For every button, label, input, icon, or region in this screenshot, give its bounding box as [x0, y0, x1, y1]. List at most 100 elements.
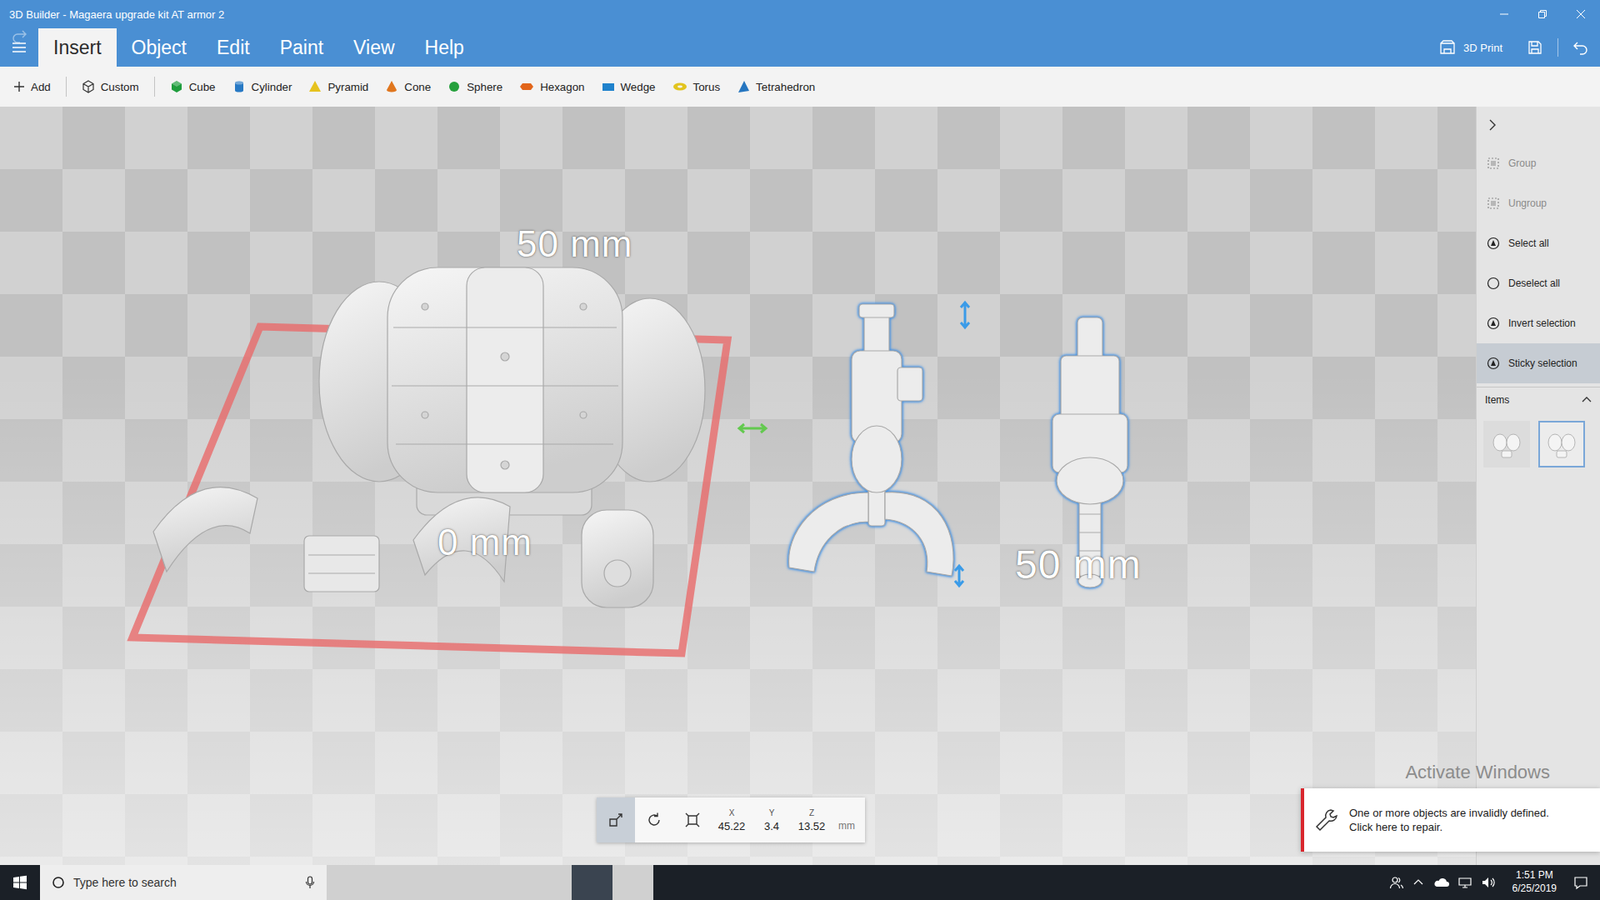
toolbar-item[interactable]: Cylinder [224, 72, 301, 101]
taskbar-app[interactable] [449, 865, 490, 900]
start-button[interactable] [0, 865, 40, 900]
coordinate-field[interactable]: Y 3.4 [751, 797, 792, 843]
armor-model[interactable] [125, 256, 742, 665]
transform-tool[interactable] [673, 797, 712, 843]
transform-tool[interactable] [635, 797, 674, 843]
toolbar-item[interactable]: Torus [664, 72, 730, 101]
toolbar-item[interactable]: Hexagon [510, 72, 593, 101]
undo-button[interactable] [1561, 28, 1600, 67]
panel-action[interactable]: Sticky selection [1476, 343, 1600, 384]
toolbar-item-label: Cone [404, 80, 431, 94]
toolbar-item[interactable]: Tetrahedron [728, 72, 824, 101]
ribbon-tab[interactable]: Edit [201, 28, 265, 67]
panel-action-label: Invert selection [1508, 317, 1576, 330]
tetrahedron-icon [736, 80, 750, 94]
coordinate-field[interactable]: X45.22 [711, 797, 752, 843]
pyramid-icon [308, 80, 322, 94]
save-icon [1527, 40, 1543, 55]
taskbar-app[interactable] [571, 865, 613, 900]
3d-print-label: 3D Print [1463, 41, 1503, 55]
move-z-handle-icon[interactable] [952, 563, 966, 589]
system-tray: 1:51 PM6/25/2019 [1389, 865, 1600, 900]
items-title: Items [1485, 394, 1510, 406]
onedrive-icon[interactable] [1432, 876, 1450, 889]
clock[interactable]: 1:51 PM6/25/2019 [1504, 869, 1565, 895]
taskbar-search[interactable]: Type here to search [40, 865, 327, 900]
panel-action[interactable]: Invert selection [1476, 303, 1600, 344]
items-list [1476, 412, 1600, 476]
collapse-panel-button[interactable] [1476, 106, 1600, 144]
move-icon [607, 811, 625, 829]
toolbar-item[interactable]: Custom [73, 72, 148, 101]
claw-model[interactable] [780, 300, 973, 585]
redo-icon [10, 28, 28, 44]
show-hidden-icons-icon[interactable] [1412, 876, 1425, 889]
panel-action[interactable]: Group [1476, 143, 1600, 184]
toolbar-item[interactable]: Cube [161, 72, 225, 101]
search-placeholder: Type here to search [73, 875, 297, 890]
ribbon-tab[interactable]: Object [116, 28, 202, 67]
move-y-handle-icon[interactable] [958, 300, 972, 330]
notification-action[interactable]: Click here to repair. [1349, 820, 1550, 834]
axis-label: Z [809, 808, 815, 818]
toolbar-item-label: Torus [693, 80, 721, 94]
panel-action[interactable]: Ungroup [1476, 183, 1600, 224]
torus-icon [672, 80, 688, 94]
microphone-icon[interactable] [305, 875, 315, 890]
undo-icon [1572, 40, 1590, 55]
coordinate-field[interactable]: Z13.52 [791, 797, 832, 843]
taskbar-app[interactable] [490, 865, 531, 900]
taskbar: Type here to search 1:51 PM6/25/2019 [0, 865, 1600, 900]
insert-toolbar: Add Custom CubeCylinder Pyramid Cone SphereHe… [0, 66, 1600, 107]
toolbar-item[interactable]: Add [5, 72, 60, 101]
transform-tool[interactable] [596, 797, 635, 843]
repair-notification[interactable]: One or more objects are invalidly define… [1300, 788, 1600, 852]
taskbar-app[interactable] [367, 865, 409, 900]
item-thumbnail[interactable] [1483, 420, 1530, 468]
toolbar-item[interactable]: Pyramid [300, 72, 377, 101]
taskbar-app[interactable] [408, 865, 450, 900]
ribbon-tab[interactable]: Paint [265, 28, 339, 67]
clock-date: 6/25/2019 [1512, 882, 1557, 896]
minimize-button[interactable] [1485, 0, 1524, 29]
window-controls [1485, 0, 1600, 29]
ribbon-tab[interactable]: Insert [38, 28, 117, 67]
ribbon-tab[interactable]: View [338, 28, 410, 67]
dimension-label: 50 mm [516, 223, 633, 265]
toolbar-item[interactable]: Wedge [593, 72, 665, 101]
taskbar-app[interactable] [612, 865, 654, 900]
move-x-handle-icon[interactable] [736, 420, 769, 437]
toolbar-item-label: Pyramid [327, 80, 369, 94]
axis-label: Y [769, 808, 775, 818]
close-button[interactable] [1561, 0, 1600, 29]
taskbar-app[interactable] [530, 865, 572, 900]
model-thumbnail-icon [1488, 427, 1525, 461]
panel-action[interactable]: Select all [1476, 223, 1600, 264]
volume-icon[interactable] [1480, 875, 1496, 890]
people-icon[interactable] [1389, 875, 1405, 890]
toolbar-separator [154, 76, 155, 97]
toolbar-item[interactable]: Sphere [439, 72, 511, 101]
plus-icon [13, 80, 25, 93]
3d-viewport[interactable]: 50 mm0 mm50 mmX45.22Y3.4Z13.52mm [0, 106, 1476, 865]
cube-icon [170, 80, 184, 94]
items-header[interactable]: Items [1476, 386, 1600, 413]
ribbon-tab[interactable]: Help [410, 28, 480, 67]
network-icon[interactable] [1457, 875, 1473, 890]
sphere-icon [447, 80, 461, 94]
axis-value: 45.22 [718, 820, 746, 833]
notification-center-icon[interactable] [1573, 875, 1589, 890]
panel-action[interactable]: Deselect all [1476, 263, 1600, 304]
save-button[interactable] [1515, 28, 1555, 67]
close-icon [1575, 9, 1586, 20]
redo-button[interactable] [0, 28, 39, 44]
axis-value: 3.4 [764, 820, 780, 833]
panel-action-label: Ungroup [1508, 197, 1547, 210]
toolbar-item[interactable]: Cone [376, 72, 440, 101]
restore-button[interactable] [1523, 0, 1562, 29]
dimension-label: 0 mm [437, 521, 533, 564]
item-thumbnail[interactable] [1538, 420, 1585, 468]
deselect-icon [1486, 276, 1500, 290]
taskbar-app[interactable] [326, 865, 368, 900]
3d-print-button[interactable]: 3D Print [1425, 28, 1516, 67]
